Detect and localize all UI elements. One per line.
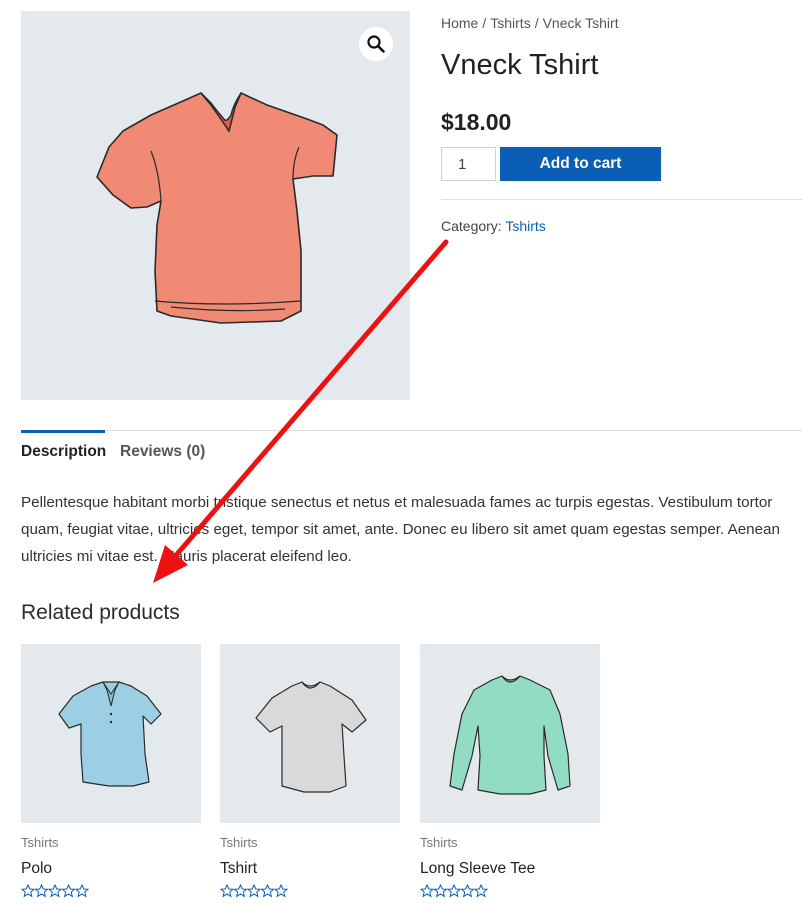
polo-shirt-image bbox=[58, 681, 162, 787]
breadcrumb: Home / Tshirts / Vneck Tshirt bbox=[441, 15, 619, 31]
vneck-tshirt-image bbox=[96, 92, 338, 324]
product-thumbnail[interactable] bbox=[420, 644, 600, 823]
product-description: Pellentesque habitant morbi tristique se… bbox=[21, 494, 780, 565]
product-name[interactable]: Tshirt bbox=[220, 860, 400, 878]
product-category: Tshirts bbox=[420, 835, 458, 850]
divider bbox=[441, 199, 802, 200]
breadcrumb-current: Vneck Tshirt bbox=[542, 15, 619, 31]
tab-description[interactable]: Description bbox=[21, 443, 106, 461]
breadcrumb-separator: / bbox=[482, 15, 487, 31]
star-rating bbox=[220, 884, 400, 898]
product-thumbnail[interactable] bbox=[220, 644, 400, 823]
category-link[interactable]: Tshirts bbox=[505, 218, 545, 234]
product-title: Vneck Tshirt bbox=[441, 49, 599, 81]
add-to-cart-button[interactable]: Add to cart bbox=[500, 147, 661, 181]
product-main-image[interactable] bbox=[21, 11, 410, 400]
related-product-card: Tshirts Tshirt bbox=[220, 644, 400, 898]
empty-stars-icon bbox=[220, 884, 289, 898]
product-name[interactable]: Long Sleeve Tee bbox=[420, 860, 600, 878]
star-rating bbox=[420, 884, 600, 898]
breadcrumb-separator: / bbox=[534, 15, 539, 31]
tabs-divider bbox=[21, 430, 802, 431]
product-category: Tshirts bbox=[220, 835, 258, 850]
magnifier-icon bbox=[367, 35, 385, 53]
category-label: Category: bbox=[441, 218, 502, 234]
product-thumbnail[interactable] bbox=[21, 644, 201, 823]
long-sleeve-tee-image bbox=[449, 675, 571, 795]
product-category: Tshirts bbox=[21, 835, 59, 850]
tshirt-image bbox=[255, 681, 367, 793]
zoom-button[interactable] bbox=[359, 27, 393, 61]
empty-stars-icon bbox=[420, 884, 489, 898]
breadcrumb-home[interactable]: Home bbox=[441, 15, 478, 31]
star-rating bbox=[21, 884, 201, 898]
breadcrumb-category[interactable]: Tshirts bbox=[490, 15, 530, 31]
product-name[interactable]: Polo bbox=[21, 860, 201, 878]
active-tab-indicator bbox=[21, 430, 105, 433]
related-products-heading: Related products bbox=[21, 601, 180, 624]
related-product-card: Tshirts Long Sleeve Tee bbox=[420, 644, 600, 898]
quantity-input[interactable] bbox=[441, 147, 496, 181]
tab-reviews[interactable]: Reviews (0) bbox=[120, 443, 205, 461]
product-category-meta: Category: Tshirts bbox=[441, 218, 546, 234]
empty-stars-icon bbox=[21, 884, 90, 898]
product-price: $18.00 bbox=[441, 109, 512, 135]
related-product-card: Tshirts Polo bbox=[21, 644, 201, 898]
